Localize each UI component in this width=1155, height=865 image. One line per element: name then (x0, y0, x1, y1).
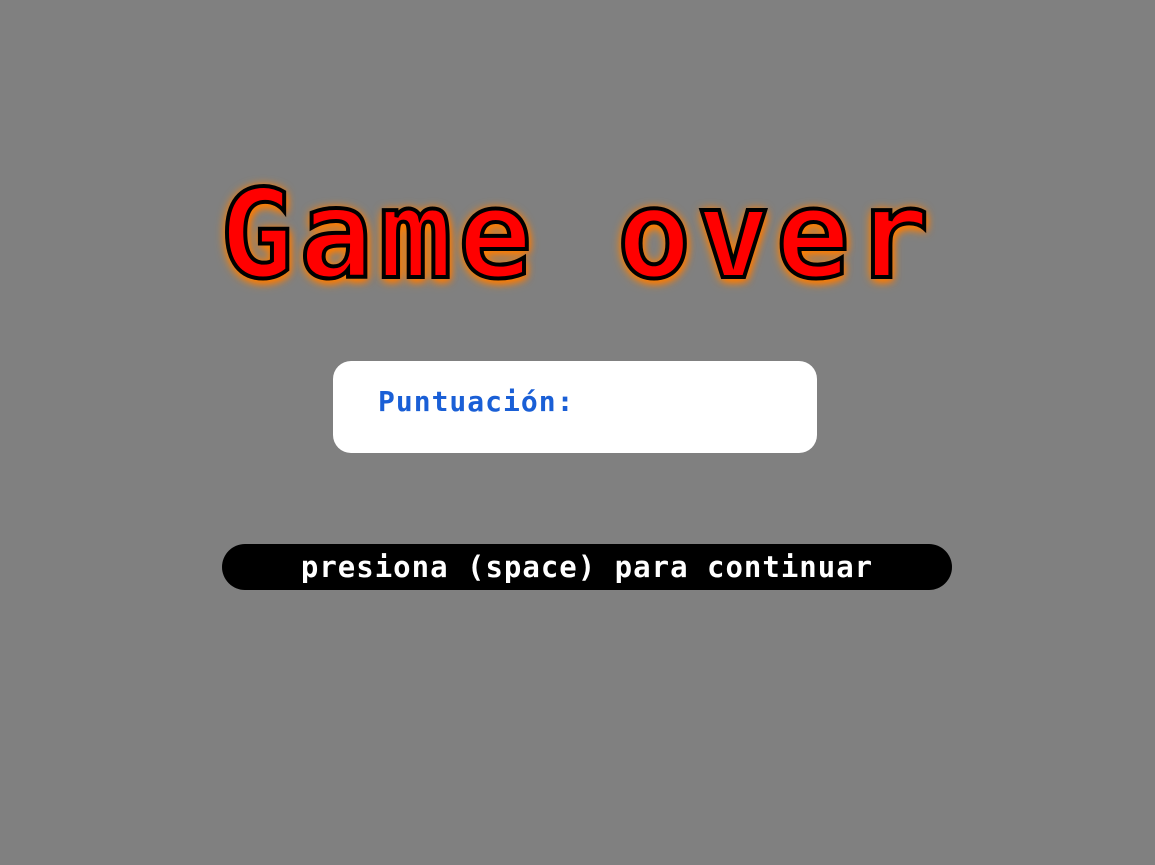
game-over-title: Game over (218, 164, 936, 306)
game-over-screen: Game over Puntuación: presiona (space) p… (0, 0, 1155, 865)
continue-prompt[interactable]: presiona (space) para continuar (222, 544, 952, 590)
continue-prompt-text: presiona (space) para continuar (300, 550, 874, 584)
score-label: Puntuación: (378, 385, 575, 418)
score-panel: Puntuación: (333, 361, 817, 453)
